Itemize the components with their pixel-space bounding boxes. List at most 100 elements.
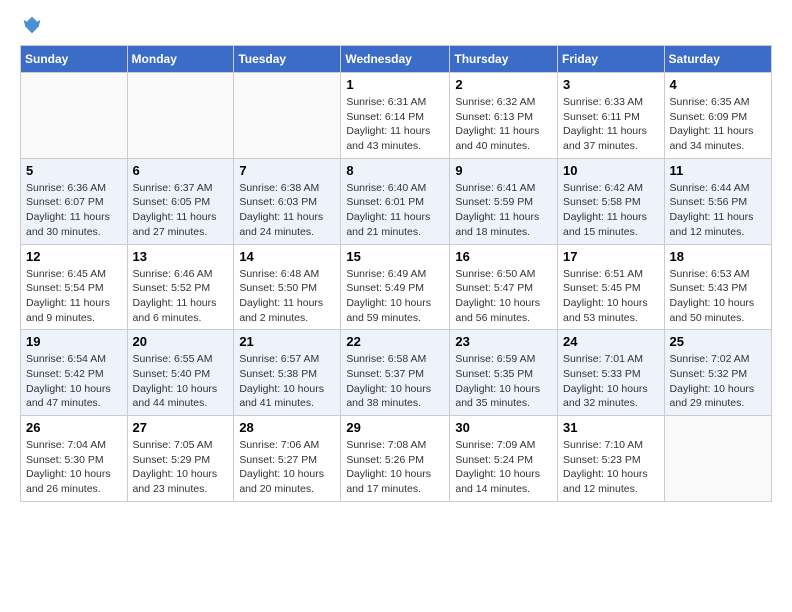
weekday-header: Tuesday bbox=[234, 46, 341, 73]
day-number: 22 bbox=[346, 334, 444, 349]
weekday-header-row: SundayMondayTuesdayWednesdayThursdayFrid… bbox=[21, 46, 772, 73]
weekday-header: Friday bbox=[558, 46, 665, 73]
day-number: 9 bbox=[455, 163, 552, 178]
calendar-cell: 13Sunrise: 6:46 AM Sunset: 5:52 PM Dayli… bbox=[127, 244, 234, 330]
calendar-cell: 9 Sunrise: 6:41 AM Sunset: 5:59 PM Daylig… bbox=[450, 158, 558, 244]
logo-icon bbox=[22, 15, 42, 35]
calendar-cell: 24 Sunrise: 7:01 AM Sunset: 5:33 PM Dayli… bbox=[558, 330, 665, 416]
day-number: 17 bbox=[563, 249, 659, 264]
page-container: SundayMondayTuesdayWednesdayThursdayFrid… bbox=[0, 0, 792, 517]
day-info: Sunrise: 7:01 AM Sunset: 5:33 PM Dayligh… bbox=[563, 352, 659, 411]
logo bbox=[20, 15, 42, 35]
day-number: 12 bbox=[26, 249, 122, 264]
day-info: Sunrise: 6:33 AM Sunset: 6:11 PM Dayligh… bbox=[563, 95, 659, 154]
calendar-week-row: 12 Sunrise: 6:45 AM Sunset: 5:54 PM Dayli… bbox=[21, 244, 772, 330]
day-info: Sunrise: 6:36 AM Sunset: 6:07 PM Dayligh… bbox=[26, 181, 122, 240]
day-number: 6 bbox=[133, 163, 229, 178]
header bbox=[20, 15, 772, 35]
day-number: 27 bbox=[133, 420, 229, 435]
day-info: Sunrise: 6:57 AM Sunset: 5:38 PM Dayligh… bbox=[239, 352, 335, 411]
day-info: Sunrise: 6:53 AM Sunset: 5:43 PM Dayligh… bbox=[670, 267, 766, 326]
day-number: 18 bbox=[670, 249, 766, 264]
weekday-header: Monday bbox=[127, 46, 234, 73]
day-info: Sunrise: 6:40 AM Sunset: 6:01 PM Dayligh… bbox=[346, 181, 444, 240]
day-info: Sunrise: 7:02 AM Sunset: 5:32 PM Dayligh… bbox=[670, 352, 766, 411]
day-number: 23 bbox=[455, 334, 552, 349]
day-info: Sunrise: 6:38 AM Sunset: 6:03 PM Dayligh… bbox=[239, 181, 335, 240]
day-info: Sunrise: 6:48 AM Sunset: 5:50 PM Dayligh… bbox=[239, 267, 335, 326]
day-number: 8 bbox=[346, 163, 444, 178]
day-number: 19 bbox=[26, 334, 122, 349]
calendar-cell: 15 Sunrise: 6:49 AM Sunset: 5:49 PM Dayli… bbox=[341, 244, 450, 330]
day-number: 30 bbox=[455, 420, 552, 435]
calendar-cell: 10Sunrise: 6:42 AM Sunset: 5:58 PM Dayli… bbox=[558, 158, 665, 244]
day-number: 31 bbox=[563, 420, 659, 435]
day-info: Sunrise: 6:46 AM Sunset: 5:52 PM Dayligh… bbox=[133, 267, 229, 326]
day-info: Sunrise: 6:51 AM Sunset: 5:45 PM Dayligh… bbox=[563, 267, 659, 326]
calendar-cell: 6 Sunrise: 6:37 AM Sunset: 6:05 PM Daylig… bbox=[127, 158, 234, 244]
calendar-cell: 22 Sunrise: 6:58 AM Sunset: 5:37 PM Dayli… bbox=[341, 330, 450, 416]
day-info: Sunrise: 6:55 AM Sunset: 5:40 PM Dayligh… bbox=[133, 352, 229, 411]
day-number: 20 bbox=[133, 334, 229, 349]
day-info: Sunrise: 6:50 AM Sunset: 5:47 PM Dayligh… bbox=[455, 267, 552, 326]
day-number: 5 bbox=[26, 163, 122, 178]
calendar-cell: 26Sunrise: 7:04 AM Sunset: 5:30 PM Dayli… bbox=[21, 416, 128, 502]
day-info: Sunrise: 7:05 AM Sunset: 5:29 PM Dayligh… bbox=[133, 438, 229, 497]
day-number: 1 bbox=[346, 77, 444, 92]
day-info: Sunrise: 6:44 AM Sunset: 5:56 PM Dayligh… bbox=[670, 181, 766, 240]
calendar-cell: 31 Sunrise: 7:10 AM Sunset: 5:23 PM Dayli… bbox=[558, 416, 665, 502]
day-number: 14 bbox=[239, 249, 335, 264]
day-number: 7 bbox=[239, 163, 335, 178]
day-info: Sunrise: 7:10 AM Sunset: 5:23 PM Dayligh… bbox=[563, 438, 659, 497]
day-number: 28 bbox=[239, 420, 335, 435]
weekday-header: Wednesday bbox=[341, 46, 450, 73]
day-number: 25 bbox=[670, 334, 766, 349]
day-info: Sunrise: 7:09 AM Sunset: 5:24 PM Dayligh… bbox=[455, 438, 552, 497]
calendar-cell: 5 Sunrise: 6:36 AM Sunset: 6:07 PM Daylig… bbox=[21, 158, 128, 244]
day-info: Sunrise: 7:08 AM Sunset: 5:26 PM Dayligh… bbox=[346, 438, 444, 497]
calendar-cell: 8 Sunrise: 6:40 AM Sunset: 6:01 PM Daylig… bbox=[341, 158, 450, 244]
calendar-cell: 28 Sunrise: 7:06 AM Sunset: 5:27 PM Dayli… bbox=[234, 416, 341, 502]
calendar-week-row: 5 Sunrise: 6:36 AM Sunset: 6:07 PM Daylig… bbox=[21, 158, 772, 244]
calendar-cell: 19 Sunrise: 6:54 AM Sunset: 5:42 PM Dayli… bbox=[21, 330, 128, 416]
day-info: Sunrise: 6:49 AM Sunset: 5:49 PM Dayligh… bbox=[346, 267, 444, 326]
calendar-cell: 20 Sunrise: 6:55 AM Sunset: 5:40 PM Dayli… bbox=[127, 330, 234, 416]
day-info: Sunrise: 6:35 AM Sunset: 6:09 PM Dayligh… bbox=[670, 95, 766, 154]
weekday-header: Thursday bbox=[450, 46, 558, 73]
calendar-cell: 3Sunrise: 6:33 AM Sunset: 6:11 PM Daylig… bbox=[558, 73, 665, 159]
day-info: Sunrise: 6:41 AM Sunset: 5:59 PM Dayligh… bbox=[455, 181, 552, 240]
calendar-cell: 7 Sunrise: 6:38 AM Sunset: 6:03 PM Daylig… bbox=[234, 158, 341, 244]
day-info: Sunrise: 6:31 AM Sunset: 6:14 PM Dayligh… bbox=[346, 95, 444, 154]
day-info: Sunrise: 7:06 AM Sunset: 5:27 PM Dayligh… bbox=[239, 438, 335, 497]
day-number: 29 bbox=[346, 420, 444, 435]
day-info: Sunrise: 6:58 AM Sunset: 5:37 PM Dayligh… bbox=[346, 352, 444, 411]
calendar-cell: 30 Sunrise: 7:09 AM Sunset: 5:24 PM Dayli… bbox=[450, 416, 558, 502]
calendar-table: SundayMondayTuesdayWednesdayThursdayFrid… bbox=[20, 45, 772, 502]
calendar-cell bbox=[664, 416, 771, 502]
calendar-cell: 16 Sunrise: 6:50 AM Sunset: 5:47 PM Dayli… bbox=[450, 244, 558, 330]
calendar-cell: 27 Sunrise: 7:05 AM Sunset: 5:29 PM Dayli… bbox=[127, 416, 234, 502]
day-info: Sunrise: 6:37 AM Sunset: 6:05 PM Dayligh… bbox=[133, 181, 229, 240]
calendar-cell bbox=[21, 73, 128, 159]
calendar-cell: 4 Sunrise: 6:35 AM Sunset: 6:09 PM Daylig… bbox=[664, 73, 771, 159]
calendar-cell: 23 Sunrise: 6:59 AM Sunset: 5:35 PM Dayli… bbox=[450, 330, 558, 416]
day-info: Sunrise: 6:45 AM Sunset: 5:54 PM Dayligh… bbox=[26, 267, 122, 326]
calendar-cell: 17 Sunrise: 6:51 AM Sunset: 5:45 PM Dayli… bbox=[558, 244, 665, 330]
day-number: 2 bbox=[455, 77, 552, 92]
calendar-week-row: 26Sunrise: 7:04 AM Sunset: 5:30 PM Dayli… bbox=[21, 416, 772, 502]
day-number: 24 bbox=[563, 334, 659, 349]
calendar-cell: 21Sunrise: 6:57 AM Sunset: 5:38 PM Dayli… bbox=[234, 330, 341, 416]
calendar-cell: 1 Sunrise: 6:31 AM Sunset: 6:14 PM Daylig… bbox=[341, 73, 450, 159]
day-number: 10 bbox=[563, 163, 659, 178]
calendar-week-row: 1 Sunrise: 6:31 AM Sunset: 6:14 PM Daylig… bbox=[21, 73, 772, 159]
day-info: Sunrise: 6:59 AM Sunset: 5:35 PM Dayligh… bbox=[455, 352, 552, 411]
calendar-cell: 14 Sunrise: 6:48 AM Sunset: 5:50 PM Dayli… bbox=[234, 244, 341, 330]
day-info: Sunrise: 6:54 AM Sunset: 5:42 PM Dayligh… bbox=[26, 352, 122, 411]
weekday-header: Sunday bbox=[21, 46, 128, 73]
day-number: 15 bbox=[346, 249, 444, 264]
calendar-cell: 29 Sunrise: 7:08 AM Sunset: 5:26 PM Dayli… bbox=[341, 416, 450, 502]
day-number: 16 bbox=[455, 249, 552, 264]
calendar-cell bbox=[127, 73, 234, 159]
calendar-week-row: 19 Sunrise: 6:54 AM Sunset: 5:42 PM Dayli… bbox=[21, 330, 772, 416]
day-number: 4 bbox=[670, 77, 766, 92]
